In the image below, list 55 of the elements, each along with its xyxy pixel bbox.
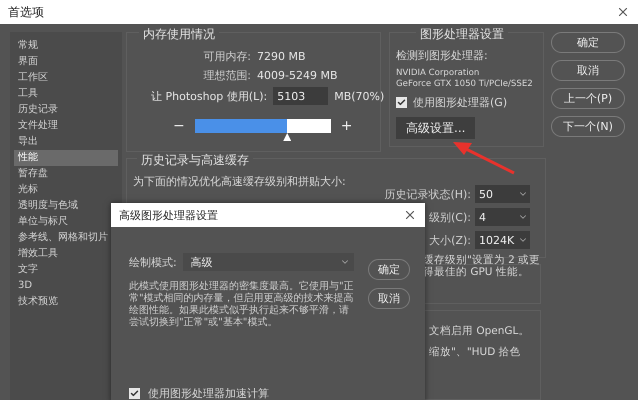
dropdown[interactable]: 1024K — [475, 231, 530, 249]
close-icon[interactable] — [403, 208, 417, 222]
checkbox-label: 使用图形处理器(G) — [413, 96, 508, 109]
dropdown[interactable]: 4 — [475, 208, 530, 226]
panel-title: 内存使用情况 — [139, 26, 219, 43]
gpu-name: NVIDIA Corporation — [396, 68, 480, 79]
memory-input[interactable]: 5103 — [273, 87, 328, 105]
field-label: 让 Photoshop 使用(L): — [151, 88, 268, 104]
gpu-name: GeForce GTX 1050 Ti/PCIe/SSE2 — [396, 79, 534, 90]
checkbox[interactable] — [129, 388, 140, 399]
dialog-button[interactable]: 确定 — [551, 32, 625, 53]
dialog-button[interactable]: 确定 — [368, 259, 410, 280]
sidebar-item[interactable]: 性能 — [14, 150, 118, 166]
sidebar-item[interactable]: 工具 — [14, 86, 118, 102]
sidebar-item[interactable]: 常规 — [14, 38, 118, 54]
field-label: 理想范围: — [203, 68, 251, 83]
field-value: 7290 MB — [257, 50, 307, 63]
advanced-settings-button[interactable]: 高级设置... — [396, 117, 476, 139]
annotation-arrow — [452, 141, 516, 175]
note-text: 缩放"、"HUD 拾色 — [429, 346, 522, 359]
checkbox-label: 使用图形处理器加速计算 — [148, 387, 269, 400]
minus-sign[interactable]: − — [173, 118, 185, 134]
close-icon[interactable] — [616, 5, 630, 19]
sidebar-item[interactable]: 工作区 — [14, 70, 118, 86]
mode-dropdown[interactable]: 高级 — [182, 253, 354, 271]
dialog-title: 高级图形处理器设置 — [119, 208, 218, 222]
sidebar-item[interactable]: 历史记录 — [14, 102, 118, 118]
description-text: 此模式使用图形处理器的密集度最高。它使用与"正常"模式相同的内存量，但启用更高级的技术来提高绘图性能。如果此模式似乎执行起来不够平滑，请尝试切换到"正常"或"基本"模式。 — [129, 281, 354, 329]
unit-label: MB(70%) — [334, 90, 384, 102]
sidebar-item[interactable]: 导出 — [14, 134, 118, 150]
dialog-button[interactable]: 取消 — [551, 60, 625, 81]
field-label: 绘制模式: — [129, 256, 177, 268]
description-text: 为下面的情况优化高速缓存级别和拼贴大小: — [133, 175, 346, 188]
plus-sign[interactable]: + — [340, 118, 352, 134]
sidebar-item[interactable]: 文件处理 — [14, 118, 118, 134]
sidebar-item[interactable]: 界面 — [14, 54, 118, 70]
panel-title: 历史记录与高速缓存 — [137, 152, 253, 169]
sidebar-item[interactable]: 暂存盘 — [14, 166, 118, 182]
dropdown[interactable]: 50 — [475, 185, 530, 203]
memory-slider[interactable] — [194, 119, 331, 141]
panel-title: 图形处理器设置 — [416, 26, 508, 43]
window-title: 首选项 — [8, 4, 44, 20]
checkbox[interactable] — [396, 97, 407, 108]
dialog-button[interactable]: 取消 — [368, 288, 410, 309]
slider-thumb[interactable] — [283, 133, 292, 141]
sidebar-item[interactable]: 光标 — [14, 182, 118, 198]
field-label: 大小(Z): — [429, 232, 471, 248]
field-label: 历史记录状态(H): — [384, 186, 471, 202]
dialog-button[interactable]: 下一个(N) — [551, 116, 625, 137]
note-text: 文档启用 OpenGL。 — [429, 325, 530, 338]
detected-label: 检测到图形处理器: — [396, 49, 489, 62]
dialog-button[interactable]: 上一个(P) — [551, 88, 625, 109]
field-label: 级别(C): — [429, 210, 471, 224]
field-label: 可用内存: — [203, 49, 251, 64]
field-value: 4009-5249 MB — [257, 69, 338, 82]
